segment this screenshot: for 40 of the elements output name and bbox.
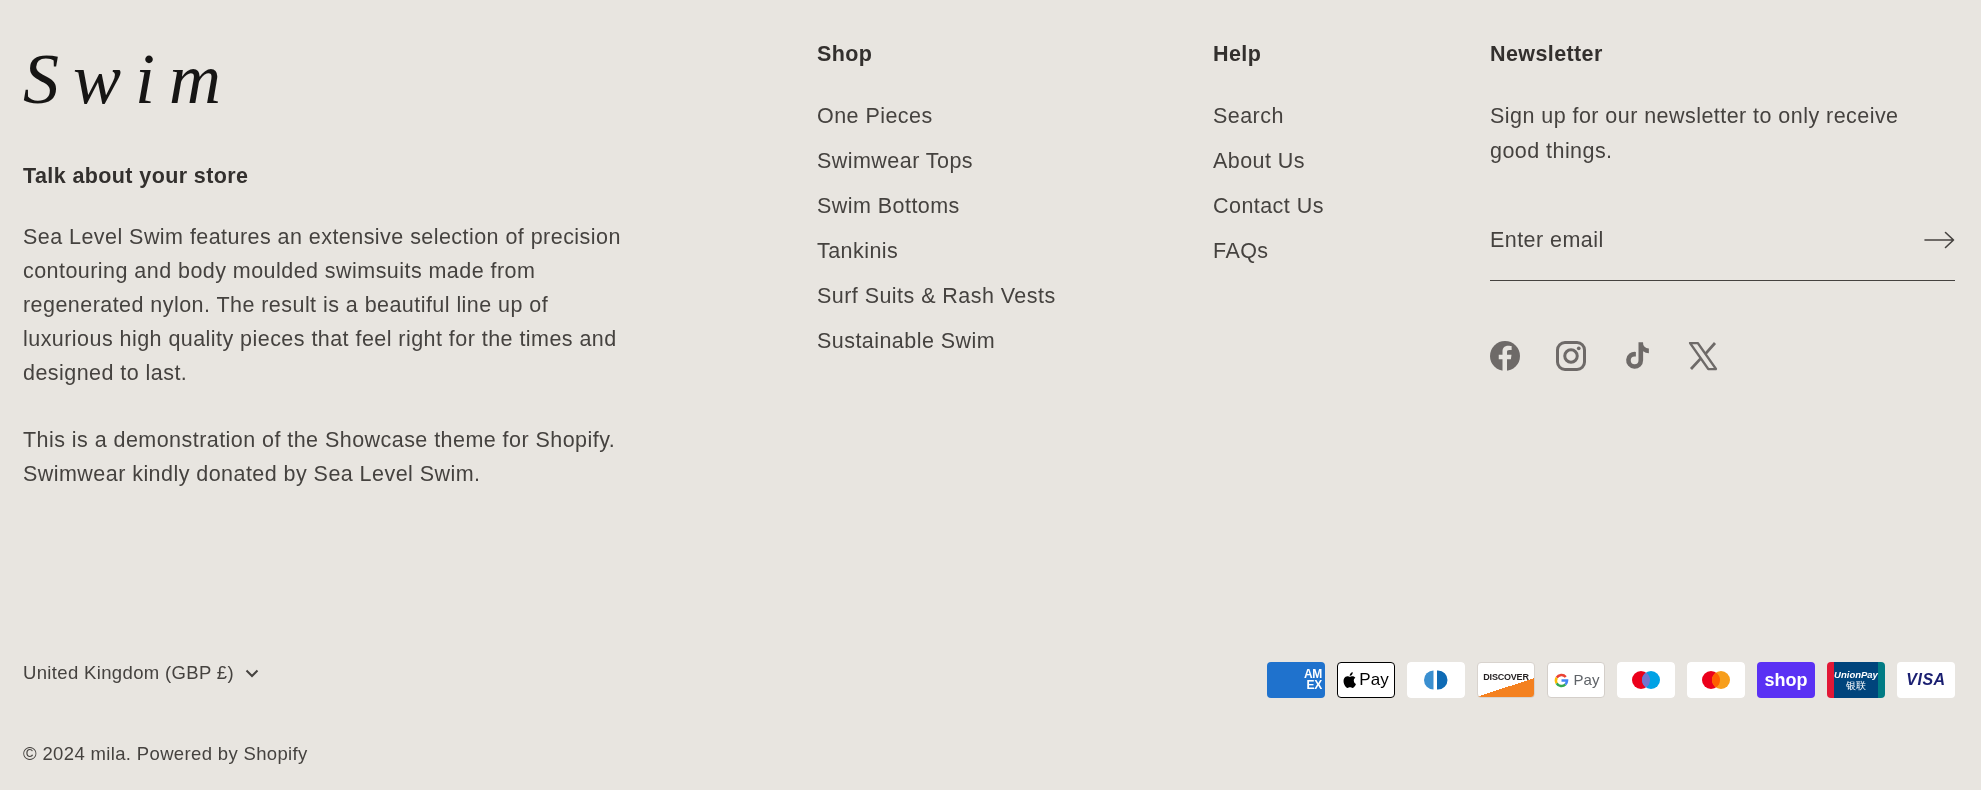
facebook-icon[interactable] [1490,340,1520,371]
amex-logo: AM EX [1267,662,1325,698]
arrow-right-icon [1924,231,1955,249]
about-paragraph: This is a demonstration of the Showcase theme for Shopify. Swimwear kindly donated by Sea Level Swim. [23,427,617,488]
discover-logo: DISCOVER [1477,662,1535,698]
maestro-icon [1617,662,1675,698]
x-logo-icon[interactable] [1688,340,1718,371]
about-paragraph: Sea Level Swim features an extensive selection of precision contouring and body moulded swimsuits made from regenerated nylon. The result is a beautiful line up of luxurious high quality pieces that feel right for the times and designed to last. [23,224,622,387]
footer-link[interactable]: Sustainable Swim [817,324,996,358]
footer-link[interactable]: One Pieces [817,99,933,133]
footer-link[interactable]: About Us [1213,144,1306,178]
footer-link[interactable]: Contact Us [1213,189,1324,223]
newsletter-text: Sign up for our newsletter to only receive good things. [1490,103,1900,165]
footer-link[interactable]: Swim Bottoms [817,189,960,223]
newsletter-heading: Newsletter [1490,41,1603,67]
country-selector[interactable]: United Kingdom (GBP £) [23,661,259,685]
email-field[interactable]: Enter email [1490,203,1955,281]
pay-label: Pay [1573,671,1600,689]
unionpay-label: UnionPay [1834,668,1878,680]
submit-button[interactable] [1924,231,1955,249]
footer-heading: Help [1213,41,1262,67]
g-logo-icon [1552,671,1570,689]
diners-club-icon [1407,662,1465,698]
logo[interactable]: Swim [23,38,236,120]
visa-logo: VISA [1897,662,1955,698]
footer-link[interactable]: Swimwear Tops [817,144,973,178]
copyright-text: © 2024 mila. Powered by Shopify [23,742,308,766]
footer-heading: Shop [817,41,873,67]
footer-link[interactable]: Tankinis [817,234,899,268]
mastercard-icon [1687,662,1745,698]
footer-link[interactable]: Search [1213,99,1284,133]
shop-pay-logo: shop [1757,662,1815,698]
footer-link[interactable]: Surf Suits & Rash Vests [817,279,1056,313]
instagram-icon[interactable] [1556,340,1586,371]
footer-link[interactable]: FAQs [1213,234,1269,268]
unionpay-chinese-label: 银联 [1846,679,1866,692]
chevron-down-icon [244,668,259,678]
about-heading: Talk about your store [23,163,249,189]
pay-label: Pay [1359,670,1389,690]
apple-icon [1343,672,1357,688]
